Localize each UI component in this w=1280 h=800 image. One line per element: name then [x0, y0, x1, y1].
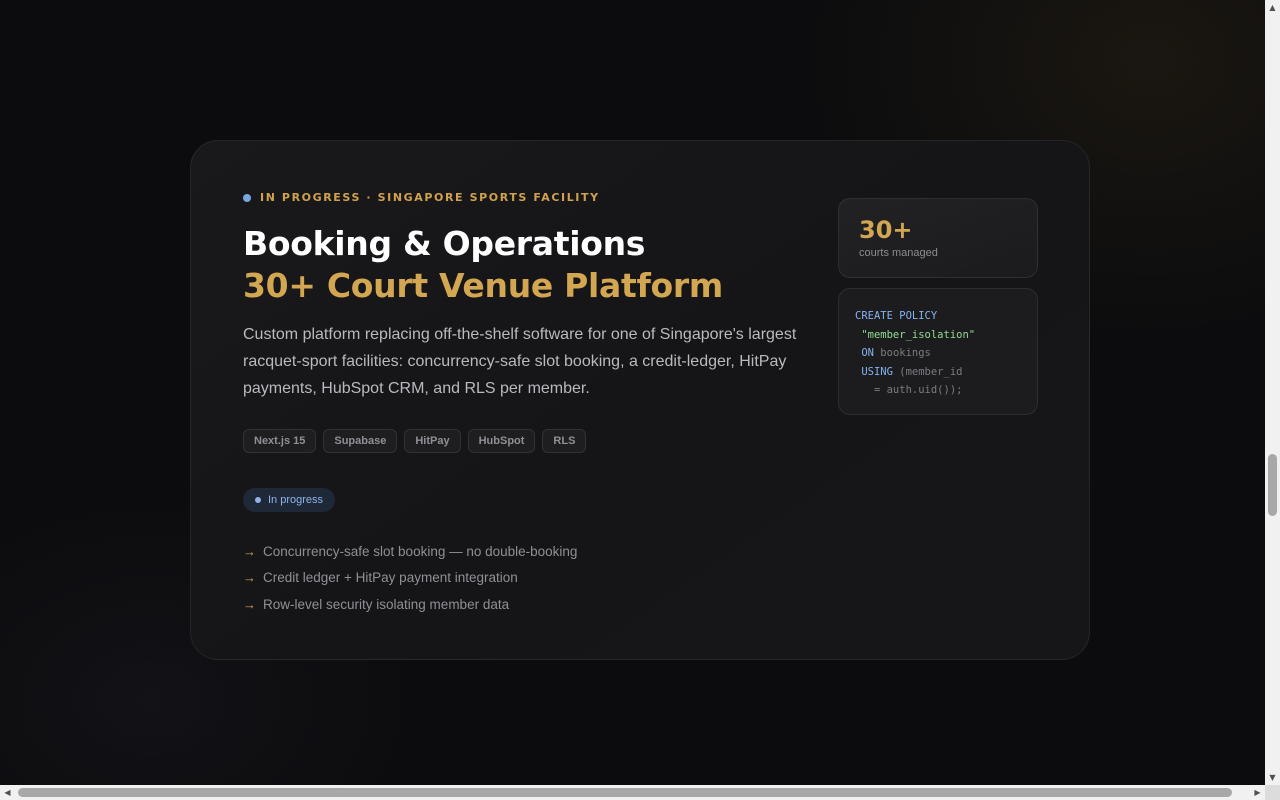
- code-line-2: "member_isolation": [861, 328, 976, 341]
- scroll-down-icon[interactable]: ▼: [1265, 770, 1280, 785]
- highlight-text: Credit ledger + HitPay payment integrati…: [263, 570, 518, 586]
- highlight-text: Row-level security isolating member data: [263, 596, 510, 612]
- project-title-line1: Booking & Operations: [243, 224, 646, 263]
- stat-card: 30+ courts managed: [838, 198, 1038, 278]
- arrow-right-icon: →: [243, 570, 256, 586]
- vertical-scrollbar[interactable]: ▲ ▼: [1265, 0, 1280, 785]
- horizontal-scrollbar[interactable]: ◀ ▶: [0, 785, 1265, 800]
- project-title-line2: 30+ Court Venue Platform: [243, 266, 723, 305]
- project-title: Booking & Operations 30+ Court Venue Pla…: [243, 223, 803, 307]
- tech-tag: HubSpot: [467, 429, 536, 453]
- list-item: → Credit ledger + HitPay payment integra…: [243, 565, 577, 592]
- code-line-4: (member_id: [892, 365, 963, 378]
- code-keyword-using: USING: [861, 365, 893, 378]
- scroll-right-icon[interactable]: ▶: [1250, 785, 1265, 800]
- project-card: IN PROGRESS · SINGAPORE SPORTS FACILITY …: [190, 140, 1090, 660]
- status-dot-icon: [255, 497, 261, 503]
- tech-tag: Supabase: [323, 429, 398, 453]
- code-keyword-on: ON: [861, 347, 874, 359]
- stat-label: courts managed: [859, 247, 938, 259]
- project-eyebrow: IN PROGRESS · SINGAPORE SPORTS FACILITY: [243, 191, 600, 204]
- scrollbar-corner: [1265, 785, 1280, 800]
- code-line-3: bookings: [873, 347, 931, 359]
- scroll-up-icon[interactable]: ▲: [1265, 0, 1280, 15]
- page-viewport: IN PROGRESS · SINGAPORE SPORTS FACILITY …: [0, 0, 1265, 785]
- code-line-1: CREATE POLICY: [855, 310, 938, 322]
- stat-value: 30+: [859, 216, 913, 244]
- tech-tag: HitPay: [404, 429, 461, 453]
- list-item: → Concurrency-safe slot booking — no dou…: [243, 538, 577, 565]
- arrow-right-icon: →: [243, 543, 256, 559]
- status-badge: In progress: [243, 488, 336, 512]
- highlight-text: Concurrency-safe slot booking — no doubl…: [263, 543, 578, 559]
- eyebrow-text: IN PROGRESS · SINGAPORE SPORTS FACILITY: [260, 191, 600, 204]
- highlights-list: → Concurrency-safe slot booking — no dou…: [243, 538, 577, 618]
- tech-tags: Next.js 15 Supabase HitPay HubSpot RLS: [243, 429, 587, 453]
- code-snippet: CREATE POLICY "member_isolation" ON book…: [838, 288, 1038, 415]
- project-description: Custom platform replacing off-the-shelf …: [243, 326, 797, 397]
- status-badge-label: In progress: [268, 494, 324, 506]
- arrow-right-icon: →: [243, 596, 256, 612]
- vertical-scroll-thumb[interactable]: [1268, 454, 1277, 516]
- scroll-left-icon[interactable]: ◀: [0, 785, 15, 800]
- status-dot-icon: [243, 193, 251, 202]
- horizontal-scroll-thumb[interactable]: [18, 788, 1232, 797]
- tech-tag: Next.js 15: [243, 429, 317, 453]
- code-line-5: = auth.uid());: [861, 384, 963, 396]
- tech-tag: RLS: [542, 429, 587, 453]
- list-item: → Row-level security isolating member da…: [243, 591, 577, 618]
